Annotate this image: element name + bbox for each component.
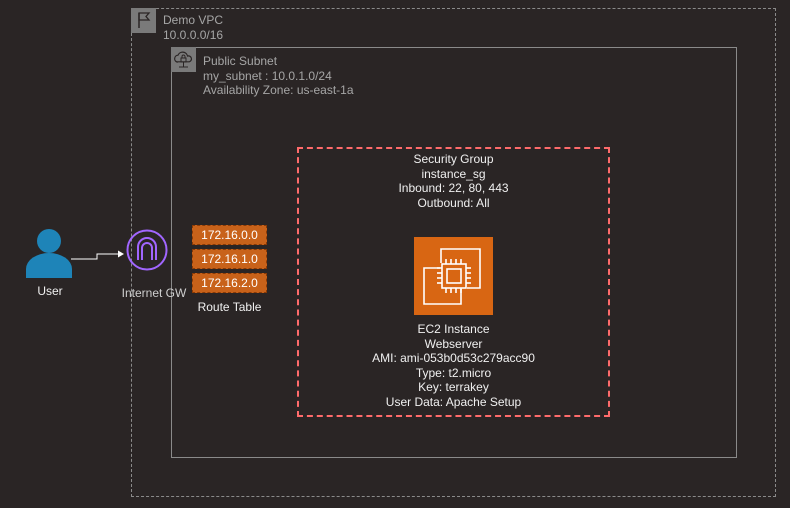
internet-gateway-icon[interactable] bbox=[126, 229, 168, 271]
internet-gateway-label: Internet GW bbox=[121, 286, 187, 300]
user-icon[interactable] bbox=[25, 228, 73, 278]
user-label: User bbox=[37, 284, 63, 298]
user-to-igw-connector bbox=[71, 250, 124, 260]
